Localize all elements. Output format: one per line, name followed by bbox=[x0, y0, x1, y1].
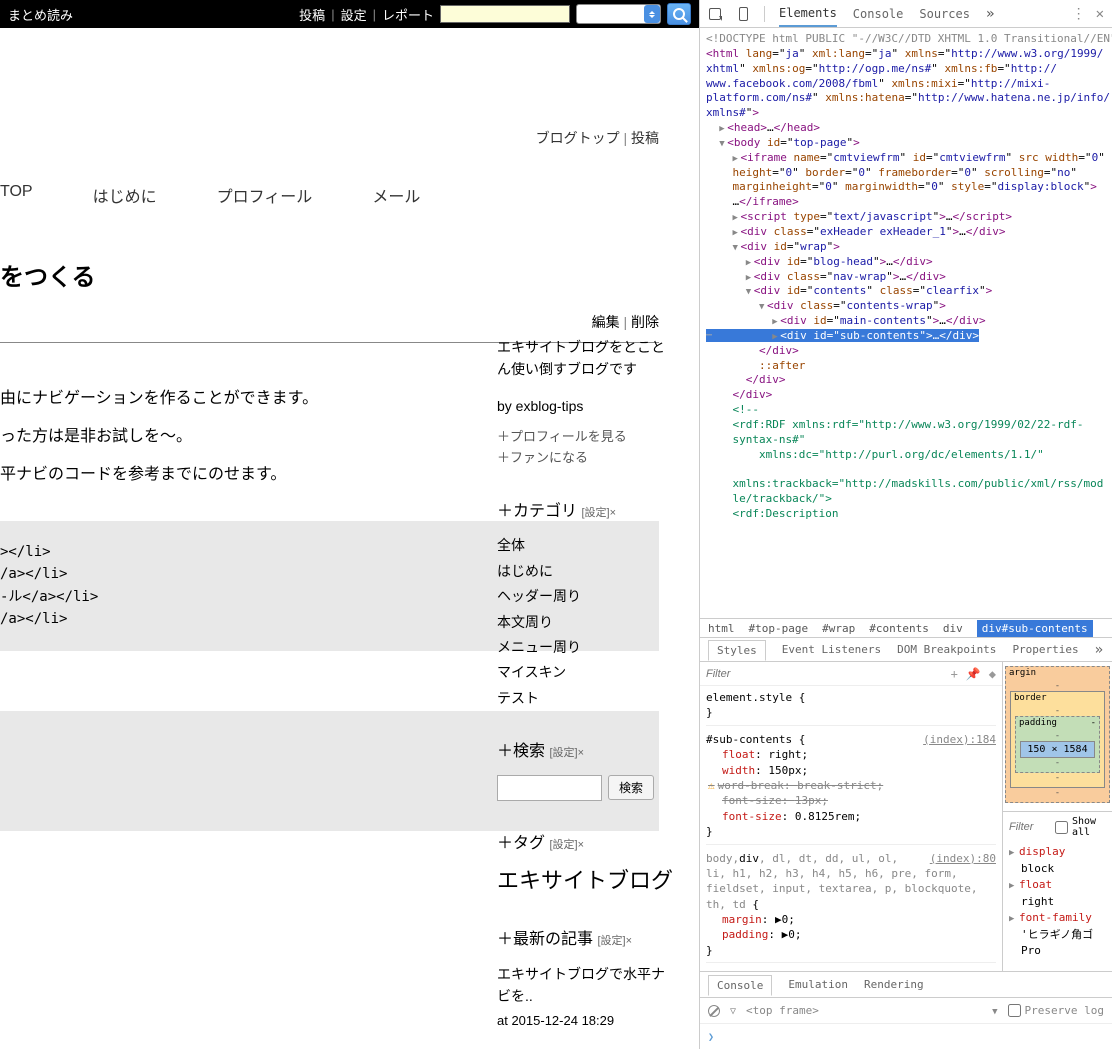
tab-console[interactable]: Console bbox=[853, 7, 904, 21]
clear-console-icon[interactable] bbox=[708, 1005, 720, 1017]
box-model: argin - border - padding- - 150 × 1584 -… bbox=[1002, 662, 1112, 971]
bc-item[interactable]: #contents bbox=[869, 622, 929, 635]
sidebar-search-button[interactable]: 検索 bbox=[608, 775, 654, 800]
topbar-settings-link[interactable]: 設定 bbox=[341, 5, 367, 24]
styles-filter-input[interactable] bbox=[706, 668, 943, 680]
bc-item-selected[interactable]: div#sub-contents bbox=[977, 620, 1093, 637]
console-input[interactable] bbox=[700, 1024, 1112, 1049]
frame-select[interactable]: <top frame> bbox=[746, 1004, 819, 1017]
tab-properties[interactable]: Properties bbox=[1012, 643, 1078, 656]
delete-link[interactable]: 削除 bbox=[631, 314, 659, 330]
cat-item[interactable]: 本文周り bbox=[497, 611, 677, 633]
cat-item[interactable]: 全体 bbox=[497, 534, 677, 556]
topbar-search-select[interactable]: 投稿内容 bbox=[576, 4, 661, 24]
bc-item[interactable]: div bbox=[943, 622, 963, 635]
more-styles-tabs-icon[interactable]: » bbox=[1095, 642, 1101, 658]
topbar: まとめ読み 投稿 | 設定 | レポート 投稿内容 bbox=[0, 0, 699, 28]
drawer-tabs: Console Emulation Rendering bbox=[700, 972, 1112, 998]
pin-icon[interactable]: 📌 bbox=[966, 667, 981, 681]
topbar-matome[interactable]: まとめ読み bbox=[8, 5, 73, 24]
category-heading: ＋カテゴリ bbox=[497, 503, 577, 520]
article-title: をつくる bbox=[0, 257, 699, 292]
cat-item[interactable]: マイスキン bbox=[497, 661, 677, 683]
topbar-search-input[interactable] bbox=[440, 5, 570, 23]
sidebar-author: by exblog-tips bbox=[497, 395, 677, 417]
recent-heading: ＋最新の記事 bbox=[497, 931, 593, 948]
drawer-tab-rendering[interactable]: Rendering bbox=[864, 978, 924, 991]
breadcrumb: html #top-page #wrap #contents div div#s… bbox=[700, 618, 1112, 638]
chevron-down-icon[interactable] bbox=[992, 1004, 997, 1017]
category-setting[interactable]: [設定] bbox=[581, 507, 609, 519]
console-toolbar: <top frame> Preserve log bbox=[700, 998, 1112, 1024]
search-setting[interactable]: [設定] bbox=[549, 747, 577, 759]
recent-date: at 2015-12-24 18:29 bbox=[497, 1011, 677, 1032]
blog-sidebar: エキサイトブログをとことん使い倒すブログです by exblog-tips ＋プ… bbox=[497, 336, 677, 1049]
cat-item[interactable]: テスト bbox=[497, 687, 677, 709]
main-nav: TOP はじめに プロフィール メール bbox=[0, 168, 699, 227]
styles-rules[interactable]: element.style { } #sub-contents {(index)… bbox=[700, 686, 1002, 971]
tab-dom-breakpoints[interactable]: DOM Breakpoints bbox=[897, 643, 996, 656]
bc-item[interactable]: #wrap bbox=[822, 622, 855, 635]
nav-profile[interactable]: プロフィール bbox=[217, 183, 313, 207]
post-link[interactable]: 投稿 bbox=[631, 130, 659, 146]
add-rule-icon[interactable]: + bbox=[951, 667, 958, 681]
drawer-tab-emulation[interactable]: Emulation bbox=[788, 978, 848, 991]
preserve-log-checkbox[interactable] bbox=[1008, 1004, 1021, 1017]
sidebar-search-input[interactable] bbox=[497, 775, 602, 801]
bc-item[interactable]: html bbox=[708, 622, 735, 635]
inspect-icon[interactable] bbox=[708, 7, 722, 21]
sidebar-intro: エキサイトブログをとことん使い倒すブログです bbox=[497, 336, 677, 381]
recent-post[interactable]: エキサイトブログで水平ナビを.. bbox=[497, 963, 677, 1008]
search-icon bbox=[673, 8, 685, 20]
devtools-toolbar: Elements Console Sources » ✕ bbox=[700, 0, 1112, 28]
tag-item[interactable]: エキサイトブログ bbox=[497, 866, 677, 897]
tab-elements[interactable]: Elements bbox=[779, 6, 837, 27]
devtools: Elements Console Sources » ✕ <!DOCTYPE h… bbox=[699, 0, 1112, 1049]
edit-link[interactable]: 編集 bbox=[592, 314, 620, 330]
device-icon[interactable] bbox=[736, 7, 750, 21]
tab-sources[interactable]: Sources bbox=[919, 7, 970, 21]
computed-filter-input[interactable] bbox=[1009, 821, 1049, 833]
more-tabs-icon[interactable]: » bbox=[986, 6, 992, 22]
tag-setting[interactable]: [設定] bbox=[549, 839, 577, 851]
topbar-post-link[interactable]: 投稿 bbox=[299, 5, 325, 24]
tab-styles[interactable]: Styles bbox=[708, 640, 766, 661]
filter-icon[interactable] bbox=[730, 1004, 736, 1017]
blog-subnav: ブログトップ | 投稿 bbox=[0, 28, 699, 168]
drawer-tab-console[interactable]: Console bbox=[708, 975, 772, 996]
profile-link[interactable]: ＋プロフィールを見る bbox=[497, 427, 677, 448]
search-heading: ＋検索 bbox=[497, 743, 545, 760]
nav-top[interactable]: TOP bbox=[0, 183, 33, 207]
tag-heading: ＋タグ bbox=[497, 835, 545, 852]
hover-icon[interactable]: ◆ bbox=[989, 667, 996, 681]
topbar-report-link[interactable]: レポート bbox=[382, 5, 434, 24]
cat-item[interactable]: メニュー周り bbox=[497, 636, 677, 658]
nav-intro[interactable]: はじめに bbox=[93, 183, 157, 207]
close-icon[interactable]: ✕ bbox=[1096, 6, 1104, 22]
show-all-checkbox[interactable] bbox=[1055, 821, 1068, 834]
nav-mail[interactable]: メール bbox=[372, 183, 420, 207]
cat-item[interactable]: はじめに bbox=[497, 560, 677, 582]
tab-event-listeners[interactable]: Event Listeners bbox=[782, 643, 881, 656]
blogtop-link[interactable]: ブログトップ bbox=[536, 130, 620, 146]
elements-tree[interactable]: <!DOCTYPE html PUBLIC "-//W3C//DTD XHTML… bbox=[700, 28, 1112, 618]
bc-item[interactable]: #top-page bbox=[749, 622, 809, 635]
menu-icon[interactable] bbox=[1072, 6, 1086, 22]
recent-setting[interactable]: [設定] bbox=[597, 935, 625, 947]
styles-tabs: Styles Event Listeners DOM Breakpoints P… bbox=[700, 638, 1112, 662]
topbar-search-button[interactable] bbox=[667, 3, 691, 25]
cat-item[interactable]: ヘッダー周り bbox=[497, 585, 677, 607]
fan-link[interactable]: ＋ファンになる bbox=[497, 448, 677, 469]
